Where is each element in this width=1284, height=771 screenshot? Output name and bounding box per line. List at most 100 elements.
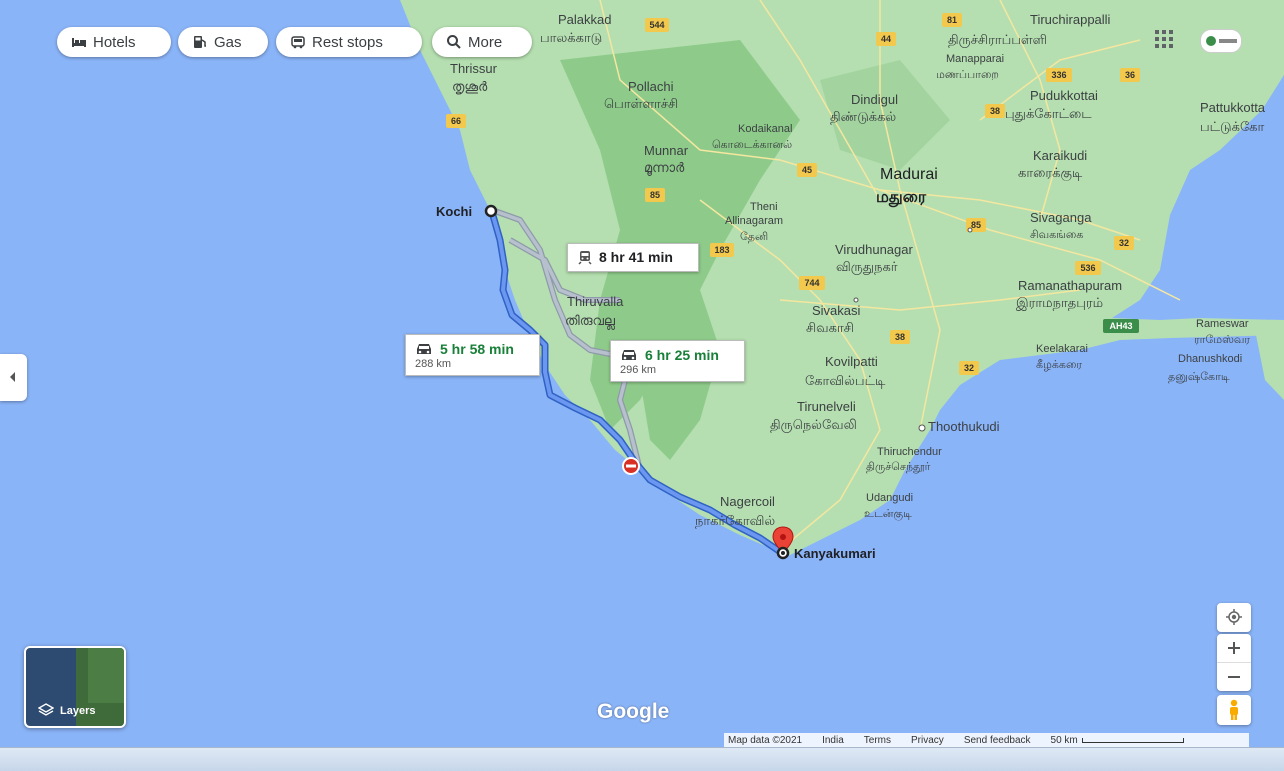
place-label: Pattukkotta bbox=[1200, 100, 1266, 115]
highway-shield: 44 bbox=[876, 32, 896, 46]
google-logo: Google bbox=[597, 700, 670, 723]
chevron-left-icon bbox=[10, 372, 15, 382]
place-label: Theni bbox=[750, 201, 778, 213]
scale-line bbox=[1081, 737, 1184, 743]
rest-stops-label: Rest stops bbox=[312, 33, 383, 51]
layers-button[interactable]: Layers bbox=[24, 646, 126, 728]
target-location-icon bbox=[1226, 609, 1242, 625]
place-label: തൃശൂർ bbox=[452, 79, 488, 94]
place-label: Thrissur bbox=[450, 61, 498, 76]
place-label: Thiruvalla bbox=[567, 294, 624, 309]
os-taskbar bbox=[0, 747, 1284, 771]
route-primary-info[interactable]: 5 hr 58 min 288 km bbox=[405, 334, 540, 376]
highway-shield: 536 bbox=[1075, 261, 1101, 275]
highway-shield: 45 bbox=[797, 163, 817, 177]
gas-chip[interactable]: Gas bbox=[178, 27, 268, 57]
highway-shield: 66 bbox=[446, 114, 466, 128]
place-label: Virudhunagar bbox=[835, 242, 913, 257]
svg-text:544: 544 bbox=[649, 20, 664, 30]
gas-label: Gas bbox=[214, 33, 242, 51]
svg-text:85: 85 bbox=[971, 220, 981, 230]
highway-shield: 38 bbox=[890, 330, 910, 344]
place-label: தனுஷ்கோடி bbox=[1168, 371, 1230, 383]
plus-icon bbox=[1228, 642, 1240, 654]
train-icon bbox=[578, 251, 592, 265]
zoom-in-button[interactable] bbox=[1217, 634, 1251, 663]
layers-icon bbox=[38, 703, 54, 716]
zoom-out-button[interactable] bbox=[1217, 663, 1251, 691]
apps-grid-icon[interactable] bbox=[1155, 30, 1173, 48]
svg-text:744: 744 bbox=[804, 278, 819, 288]
svg-text:85: 85 bbox=[650, 190, 660, 200]
place-label: Rameswar bbox=[1196, 318, 1249, 330]
place-label: മൂന്നാർ bbox=[644, 160, 685, 176]
place-label: காரைக்குடி bbox=[1018, 165, 1083, 181]
origin-label: Kochi bbox=[436, 204, 472, 219]
origin-marker[interactable] bbox=[484, 204, 498, 218]
place-label: തിരുവല്ല bbox=[565, 313, 616, 331]
hotels-chip[interactable]: Hotels bbox=[57, 27, 171, 57]
place-label: Karaikudi bbox=[1033, 148, 1087, 163]
highway-shield: 85 bbox=[645, 188, 665, 202]
place-label: Pudukkottai bbox=[1030, 88, 1098, 103]
street-view-button[interactable] bbox=[1217, 695, 1251, 725]
place-label: Kovilpatti bbox=[825, 354, 878, 369]
my-location-button[interactable] bbox=[1217, 603, 1251, 632]
privacy-link[interactable]: Privacy bbox=[911, 735, 944, 746]
svg-text:81: 81 bbox=[947, 15, 957, 25]
place-label: Palakkad bbox=[558, 12, 611, 27]
place-label: திருச்செந்தூர் bbox=[866, 461, 931, 473]
highway-shield: AH43 bbox=[1103, 319, 1139, 333]
place-label: ராமேஸ்வர bbox=[1194, 334, 1250, 346]
place-label: மதுரை bbox=[876, 189, 927, 207]
car-icon bbox=[417, 344, 431, 354]
place-label: தேனி bbox=[740, 231, 768, 243]
map-data-credit: Map data ©2021 bbox=[728, 734, 803, 746]
car-icon bbox=[622, 350, 636, 360]
route-alternate-info[interactable]: 6 hr 25 min 296 km bbox=[610, 340, 745, 382]
rest-stops-chip[interactable]: Rest stops bbox=[276, 27, 422, 57]
map-canvas[interactable]: 544 81 44 336 36 66 38 45 85 183 744 85 … bbox=[0, 0, 1284, 770]
svg-text:183: 183 bbox=[714, 245, 729, 255]
highway-shield: 38 bbox=[985, 104, 1005, 118]
svg-text:32: 32 bbox=[1119, 238, 1129, 248]
route-alternate-distance: 296 km bbox=[620, 364, 657, 376]
svg-text:45: 45 bbox=[802, 165, 812, 175]
terms-link[interactable]: Terms bbox=[864, 735, 891, 746]
route-primary-time: 5 hr 58 min bbox=[440, 341, 514, 357]
map-footer: Map data ©2021 India Terms Privacy Send … bbox=[724, 733, 1249, 747]
place-label: Manapparai bbox=[946, 53, 1004, 65]
svg-text:336: 336 bbox=[1051, 70, 1066, 80]
place-label: பாலக்காடு bbox=[540, 30, 602, 45]
road-closed-icon[interactable] bbox=[622, 457, 640, 475]
svg-text:36: 36 bbox=[1125, 70, 1135, 80]
destination-label: Kanyakumari bbox=[794, 546, 876, 561]
route-alternate-time: 6 hr 25 min bbox=[645, 347, 719, 363]
gas-station-icon bbox=[194, 36, 206, 48]
place-label: சிவகாசி bbox=[806, 320, 854, 335]
avatar[interactable] bbox=[1200, 29, 1242, 53]
hotels-label: Hotels bbox=[93, 33, 136, 51]
place-label: Udangudi bbox=[866, 492, 913, 504]
svg-text:66: 66 bbox=[451, 116, 461, 126]
place-label: பட்டுக்கோ bbox=[1200, 119, 1264, 134]
place-label: Pollachi bbox=[628, 79, 674, 94]
place-label: இராமநாதபுரம் bbox=[1016, 295, 1103, 311]
zoom-controls bbox=[1217, 634, 1251, 691]
bed-icon bbox=[72, 38, 86, 47]
rest-stop-icon bbox=[291, 36, 305, 49]
minus-icon bbox=[1228, 676, 1240, 678]
highway-shield: 544 bbox=[645, 18, 669, 32]
place-label: Madurai bbox=[880, 166, 938, 183]
scale-bar[interactable]: 50 km bbox=[1051, 735, 1184, 746]
send-feedback-link[interactable]: Send feedback bbox=[964, 735, 1031, 746]
region-link[interactable]: India bbox=[822, 735, 844, 746]
collapse-panel-button[interactable] bbox=[0, 354, 27, 401]
place-label: Kodaikanal bbox=[738, 123, 792, 135]
route-transit-info[interactable]: 8 hr 41 min bbox=[567, 243, 699, 272]
place-label: கொடைக்கானல் bbox=[712, 139, 792, 151]
place-label: நாகர்கோவில் bbox=[695, 513, 775, 528]
more-chip[interactable]: More bbox=[432, 27, 532, 57]
highway-shield: 744 bbox=[799, 276, 825, 290]
more-label: More bbox=[468, 33, 503, 51]
